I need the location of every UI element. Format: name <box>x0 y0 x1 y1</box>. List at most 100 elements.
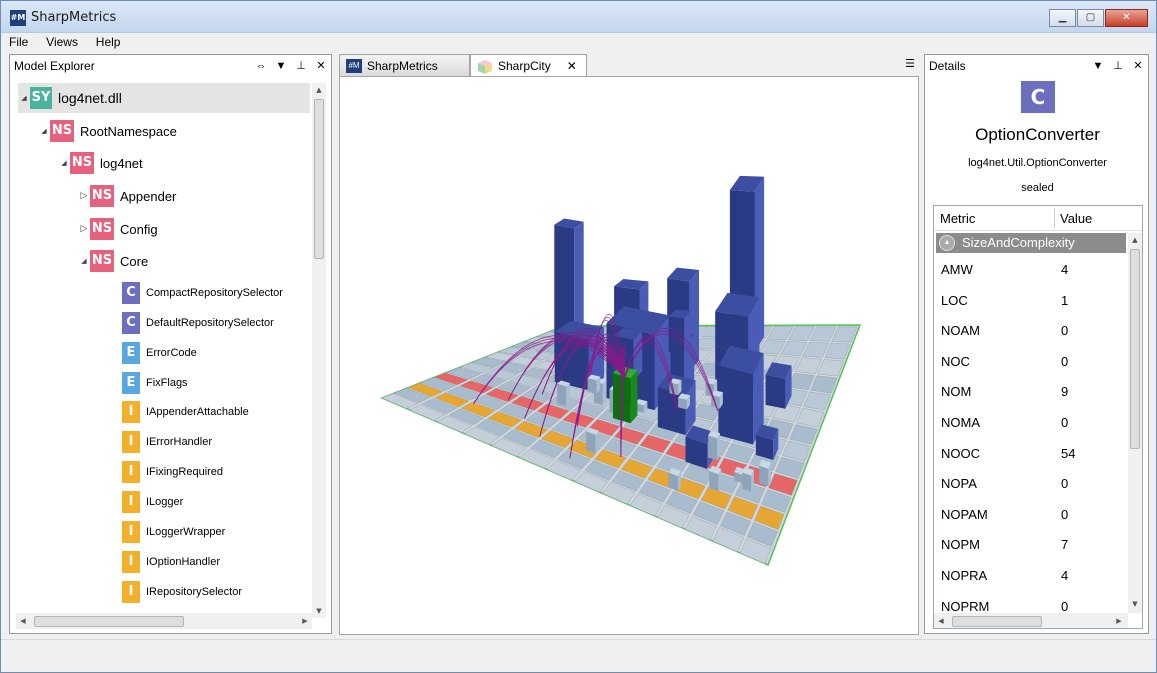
scroll-thumb[interactable] <box>314 99 324 259</box>
scroll-up-icon[interactable]: ▲ <box>1128 233 1142 247</box>
menu-bar: File Views Help <box>1 33 1156 51</box>
scroll-right-icon[interactable]: ▶ <box>1112 613 1126 628</box>
tree-item-log4net-dll[interactable]: ◢ SY log4net.dll <box>18 83 310 113</box>
tree-item-errorcode[interactable]: E ErrorCode <box>110 338 310 368</box>
minimize-button[interactable]: ▁ <box>1049 9 1076 27</box>
i-badge-icon: I <box>122 491 140 513</box>
tree-item-defaultrepositoryselector[interactable]: C DefaultRepositorySelector <box>110 308 310 338</box>
metrics-horizontal-scrollbar[interactable]: ◀ ▶ <box>934 613 1128 628</box>
float-icon[interactable]: ⇔ <box>255 55 267 77</box>
metric-row[interactable]: NOPA 0 <box>934 469 1124 499</box>
ns-badge-icon: NS <box>90 218 114 240</box>
metric-name: AMW <box>941 262 973 277</box>
collapse-icon[interactable]: ◢ <box>78 257 90 265</box>
pin-icon[interactable]: ⊥ <box>295 55 307 77</box>
tab-close-icon[interactable]: ✕ <box>567 59 577 73</box>
tree-item-log4net[interactable]: ◢ NS log4net <box>58 148 310 178</box>
menu-help[interactable]: Help <box>88 33 127 51</box>
tree-item-label: ILoggerWrapper <box>146 526 226 538</box>
e-badge-icon: E <box>122 372 140 394</box>
metric-value: 0 <box>1061 476 1069 492</box>
metric-row[interactable]: NOPAM 0 <box>934 500 1124 530</box>
scroll-left-icon[interactable]: ◀ <box>16 613 30 629</box>
dropdown-icon[interactable]: ▼ <box>275 55 287 77</box>
dropdown-icon[interactable]: ▼ <box>1092 55 1104 77</box>
tab-sharpcity[interactable]: SharpCity ✕ <box>470 54 587 77</box>
metric-row[interactable]: AMW 4 <box>934 255 1124 285</box>
tab-sharpmetrics[interactable]: #M SharpMetrics <box>339 54 470 76</box>
tree-item-label: IAppenderAttachable <box>146 406 249 418</box>
tab-overflow-icon[interactable]: ☰ <box>905 57 915 70</box>
tree-item-fixflags[interactable]: E FixFlags <box>110 368 310 398</box>
maximize-button[interactable]: ▢ <box>1077 9 1104 27</box>
tree-item-label: IErrorHandler <box>146 436 213 448</box>
scroll-down-icon[interactable]: ▼ <box>312 604 326 618</box>
close-icon[interactable]: ✕ <box>1132 55 1144 77</box>
column-value[interactable]: Value <box>1060 211 1092 226</box>
close-icon[interactable]: ✕ <box>315 55 327 77</box>
city-small-building <box>595 431 599 454</box>
metric-group-header[interactable]: ▲ SizeAndComplexity <box>936 233 1126 253</box>
metric-row[interactable]: NOM 9 <box>934 377 1124 407</box>
scroll-left-icon[interactable]: ◀ <box>934 613 948 628</box>
metric-row[interactable]: NOMA 0 <box>934 408 1124 438</box>
tree-item-label: ErrorCode <box>146 347 197 359</box>
expand-icon[interactable]: ▷ <box>78 224 90 234</box>
tree-item-core[interactable]: ◢ NS Core <box>78 246 310 276</box>
metric-row[interactable]: NOAM 0 <box>934 316 1124 346</box>
menu-views[interactable]: Views <box>38 33 84 51</box>
city-visualization[interactable] <box>340 77 918 634</box>
tree-item-rootnamespace[interactable]: ◢ NS RootNamespace <box>38 116 310 146</box>
collapse-icon[interactable]: ◢ <box>58 159 70 167</box>
explorer-vertical-scrollbar[interactable]: ▲ ▼ <box>312 83 326 618</box>
tree-item-label: IOptionHandler <box>146 556 220 568</box>
explorer-horizontal-scrollbar[interactable]: ◀ ▶ <box>16 613 312 629</box>
pin-icon[interactable]: ⊥ <box>1112 55 1124 77</box>
metric-row[interactable]: NOC 0 <box>934 347 1124 377</box>
tree-item-label: DefaultRepositorySelector <box>146 317 274 329</box>
metrics-vertical-scrollbar[interactable]: ▲ ▼ <box>1128 233 1142 613</box>
collapse-icon[interactable]: ▲ <box>939 235 955 251</box>
tree-item-irepositoryselector[interactable]: I IRepositorySelector <box>110 577 310 607</box>
scroll-down-icon[interactable]: ▼ <box>1128 597 1142 611</box>
tree-item-ierrorhandler[interactable]: I IErrorHandler <box>110 427 310 457</box>
metric-name: NOPAM <box>941 506 988 522</box>
close-button[interactable]: ✕ <box>1105 9 1148 27</box>
tree-item-iloggerwrapper[interactable]: I ILoggerWrapper <box>110 517 310 547</box>
metric-row[interactable]: NOOC 54 <box>934 439 1124 469</box>
column-metric[interactable]: Metric <box>940 211 975 226</box>
metric-name: NOPA <box>941 476 977 492</box>
metric-row[interactable]: LOC 1 <box>934 286 1124 316</box>
metric-value: 4 <box>1061 568 1069 583</box>
class-icon: C <box>1021 81 1055 113</box>
menu-file[interactable]: File <box>1 33 34 51</box>
expand-icon[interactable]: ▷ <box>78 191 90 201</box>
scroll-thumb[interactable] <box>34 616 184 627</box>
selected-building <box>630 370 638 424</box>
city-3d-viewport[interactable] <box>339 76 919 635</box>
details-panel: Details ▼ ⊥ ✕ C OptionConverter log4net.… <box>924 54 1149 634</box>
tree-item-label: FixFlags <box>146 377 188 389</box>
scroll-thumb[interactable] <box>1130 249 1140 449</box>
tree-item-label: CompactRepositorySelector <box>146 287 283 299</box>
tree-item-appender[interactable]: ▷ NS Appender <box>78 181 310 211</box>
tree-item-ioptionhandler[interactable]: I IOptionHandler <box>110 547 310 577</box>
collapse-icon[interactable]: ◢ <box>18 94 30 102</box>
metric-row[interactable]: NOPRA 4 <box>934 561 1124 591</box>
column-divider[interactable] <box>1054 208 1055 228</box>
metric-row[interactable]: NOPM 7 <box>934 530 1124 560</box>
i-badge-icon: I <box>122 401 140 423</box>
metric-value: 54 <box>1061 445 1076 461</box>
tree-item-iappenderattachable[interactable]: I IAppenderAttachable <box>110 397 310 427</box>
tree-item-ifixingrequired[interactable]: I IFixingRequired <box>110 457 310 487</box>
scroll-up-icon[interactable]: ▲ <box>312 83 326 97</box>
scroll-thumb[interactable] <box>952 616 1042 627</box>
tree-item-compactrepositoryselector[interactable]: C CompactRepositorySelector <box>110 278 310 308</box>
tree-item-config[interactable]: ▷ NS Config <box>78 214 310 244</box>
scroll-right-icon[interactable]: ▶ <box>298 613 312 629</box>
collapse-icon[interactable]: ◢ <box>38 127 50 135</box>
panel-title: Model Explorer <box>14 59 95 73</box>
title-bar[interactable]: #M SharpMetrics ▁ ▢ ✕ <box>1 1 1156 33</box>
type-modifier: sealed <box>1021 182 1054 194</box>
tree-item-ilogger[interactable]: I ILogger <box>110 487 310 517</box>
